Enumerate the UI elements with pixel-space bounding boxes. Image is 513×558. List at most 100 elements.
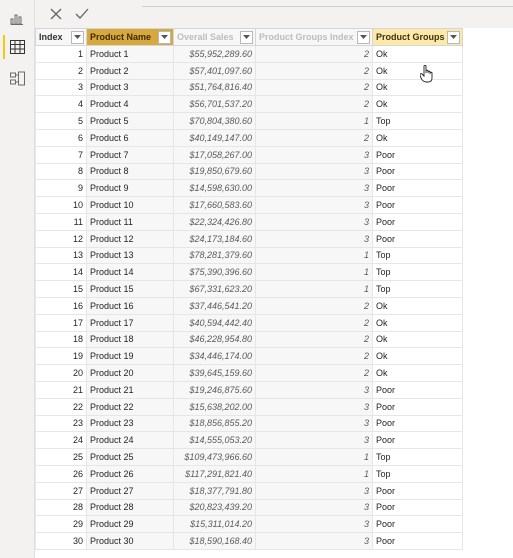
cell-product-groups-index[interactable]: 3 xyxy=(255,498,373,517)
cell-index[interactable]: 2 xyxy=(35,61,87,80)
cell-product-name[interactable]: Product 3 xyxy=(86,78,174,97)
cell-product-groups-index[interactable]: 3 xyxy=(255,196,373,214)
cell-product-groups-index[interactable]: 3 xyxy=(255,145,373,164)
cell-product-groups-index[interactable]: 2 xyxy=(255,78,373,97)
cell-overall-sales[interactable]: $22,324,426.80 xyxy=(173,212,256,231)
cell-index[interactable]: 12 xyxy=(35,229,87,248)
cell-index[interactable]: 28 xyxy=(35,498,87,517)
cell-product-groups-index[interactable]: 3 xyxy=(255,515,373,534)
cell-product-groups-index[interactable]: 2 xyxy=(255,45,373,63)
cell-product-groups[interactable]: Poor xyxy=(372,162,463,181)
cell-product-groups-index[interactable]: 3 xyxy=(255,481,373,500)
column-header-index[interactable]: Index xyxy=(35,28,87,46)
cancel-formula-button[interactable] xyxy=(45,4,67,24)
cell-product-name[interactable]: Product 15 xyxy=(86,280,174,298)
cell-product-groups[interactable]: Top xyxy=(372,448,463,466)
cell-product-groups-index[interactable]: 3 xyxy=(255,212,373,231)
cell-overall-sales[interactable]: $19,246,875.60 xyxy=(173,380,256,399)
cell-product-groups[interactable]: Ok xyxy=(372,61,463,80)
cell-overall-sales[interactable]: $40,594,442.40 xyxy=(173,313,256,332)
cell-product-name[interactable]: Product 20 xyxy=(86,364,174,382)
cell-product-groups[interactable]: Ok xyxy=(372,330,463,349)
cell-product-groups-index[interactable]: 2 xyxy=(255,61,373,80)
cell-product-groups[interactable]: Ok xyxy=(372,347,463,366)
cell-product-groups-index[interactable]: 3 xyxy=(255,397,373,416)
cell-index[interactable]: 5 xyxy=(35,112,87,130)
cell-product-name[interactable]: Product 23 xyxy=(86,414,174,433)
cell-product-name[interactable]: Product 6 xyxy=(86,128,174,147)
cell-product-groups-index[interactable]: 1 xyxy=(255,280,373,298)
cell-product-groups-index[interactable]: 2 xyxy=(255,364,373,382)
cell-product-groups-index[interactable]: 3 xyxy=(255,380,373,399)
cell-index[interactable]: 15 xyxy=(35,280,87,298)
commit-formula-button[interactable] xyxy=(71,4,93,24)
report-view-button[interactable] xyxy=(5,6,29,30)
cell-product-name[interactable]: Product 29 xyxy=(86,515,174,534)
cell-product-name[interactable]: Product 12 xyxy=(86,229,174,248)
cell-overall-sales[interactable]: $34,446,174.00 xyxy=(173,347,256,366)
cell-product-groups[interactable]: Top xyxy=(372,464,463,483)
cell-product-groups[interactable]: Poor xyxy=(372,515,463,534)
cell-index[interactable]: 16 xyxy=(35,296,87,315)
cell-overall-sales[interactable]: $14,598,630.00 xyxy=(173,179,256,198)
filter-dropdown-button[interactable] xyxy=(357,31,370,44)
cell-product-groups[interactable]: Poor xyxy=(372,397,463,416)
cell-product-name[interactable]: Product 17 xyxy=(86,313,174,332)
cell-product-name[interactable]: Product 27 xyxy=(86,481,174,500)
cell-product-name[interactable]: Product 9 xyxy=(86,179,174,198)
filter-dropdown-button[interactable] xyxy=(158,31,171,44)
cell-index[interactable]: 17 xyxy=(35,313,87,332)
cell-product-groups[interactable]: Poor xyxy=(372,414,463,433)
cell-product-groups[interactable]: Poor xyxy=(372,498,463,517)
column-header-product-name[interactable]: Product Name xyxy=(86,28,174,46)
cell-product-groups[interactable]: Poor xyxy=(372,196,463,214)
cell-overall-sales[interactable]: $15,311,014.20 xyxy=(173,515,256,534)
cell-overall-sales[interactable]: $75,390,396.60 xyxy=(173,263,256,282)
cell-product-groups-index[interactable]: 1 xyxy=(255,464,373,483)
cell-product-name[interactable]: Product 1 xyxy=(86,45,174,63)
cell-product-name[interactable]: Product 26 xyxy=(86,464,174,483)
filter-dropdown-button[interactable] xyxy=(447,31,460,44)
cell-product-groups-index[interactable]: 3 xyxy=(255,162,373,181)
cell-index[interactable]: 24 xyxy=(35,431,87,450)
cell-index[interactable]: 21 xyxy=(35,380,87,399)
cell-product-groups[interactable]: Poor xyxy=(372,481,463,500)
cell-product-groups[interactable]: Top xyxy=(372,246,463,265)
cell-index[interactable]: 9 xyxy=(35,179,87,198)
filter-dropdown-button[interactable] xyxy=(71,31,84,44)
cell-index[interactable]: 11 xyxy=(35,212,87,231)
cell-product-groups[interactable]: Ok xyxy=(372,95,463,114)
cell-overall-sales[interactable]: $24,173,184.60 xyxy=(173,229,256,248)
cell-index[interactable]: 6 xyxy=(35,128,87,147)
cell-product-groups-index[interactable]: 1 xyxy=(255,112,373,130)
cell-index[interactable]: 7 xyxy=(35,145,87,164)
cell-overall-sales[interactable]: $17,660,583.60 xyxy=(173,196,256,214)
cell-product-groups[interactable]: Ok xyxy=(372,45,463,63)
cell-product-name[interactable]: Product 11 xyxy=(86,212,174,231)
cell-index[interactable]: 29 xyxy=(35,515,87,534)
cell-overall-sales[interactable]: $19,850,679.60 xyxy=(173,162,256,181)
cell-index[interactable]: 25 xyxy=(35,448,87,466)
cell-product-groups[interactable]: Ok xyxy=(372,313,463,332)
cell-product-groups-index[interactable]: 2 xyxy=(255,347,373,366)
cell-index[interactable]: 22 xyxy=(35,397,87,416)
cell-index[interactable]: 23 xyxy=(35,414,87,433)
cell-index[interactable]: 14 xyxy=(35,263,87,282)
cell-product-name[interactable]: Product 14 xyxy=(86,263,174,282)
cell-overall-sales[interactable]: $78,281,379.60 xyxy=(173,246,256,265)
cell-product-name[interactable]: Product 30 xyxy=(86,532,174,550)
cell-product-groups-index[interactable]: 3 xyxy=(255,431,373,450)
data-view-button[interactable] xyxy=(3,35,29,59)
cell-product-name[interactable]: Product 10 xyxy=(86,196,174,214)
cell-product-groups-index[interactable]: 3 xyxy=(255,229,373,248)
cell-overall-sales[interactable]: $18,590,168.40 xyxy=(173,532,256,550)
cell-product-name[interactable]: Product 21 xyxy=(86,380,174,399)
cell-overall-sales[interactable]: $51,764,816.40 xyxy=(173,78,256,97)
cell-product-name[interactable]: Product 16 xyxy=(86,296,174,315)
cell-overall-sales[interactable]: $37,446,541.20 xyxy=(173,296,256,315)
cell-product-groups[interactable]: Top xyxy=(372,112,463,130)
cell-product-groups-index[interactable]: 2 xyxy=(255,313,373,332)
cell-product-groups[interactable]: Ok xyxy=(372,128,463,147)
cell-overall-sales[interactable]: $55,952,289.60 xyxy=(173,45,256,63)
cell-product-name[interactable]: Product 22 xyxy=(86,397,174,416)
